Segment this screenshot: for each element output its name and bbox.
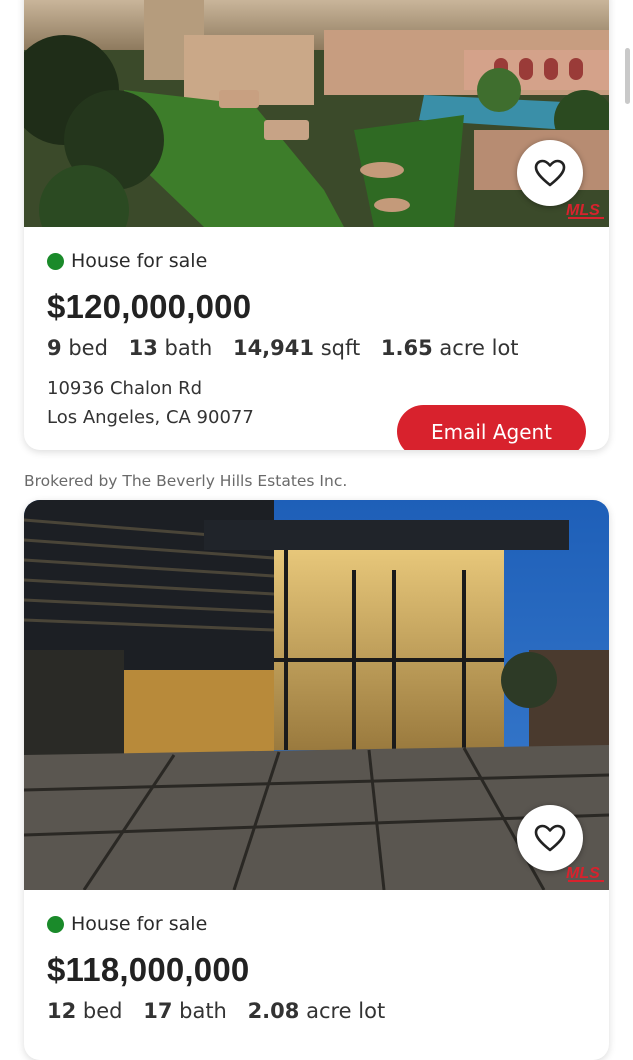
spec-beds: 9 bed — [47, 336, 108, 360]
spec-baths: 17 bath — [143, 999, 227, 1023]
status-label: House for sale — [71, 913, 208, 935]
spec-lot: 1.65 acre lot — [380, 336, 519, 360]
svg-text:MLS: MLS — [566, 865, 600, 882]
status-label: House for sale — [71, 250, 208, 272]
spec-lot: 2.08 acre lot — [247, 999, 386, 1023]
listing-status: House for sale — [47, 249, 586, 273]
mls-logo: MLS — [566, 202, 604, 219]
listing-card[interactable]: MLS House for sale $118,000,000 12 bed 1… — [24, 500, 609, 1060]
listing-status: House for sale — [47, 912, 586, 936]
address-line1: 10936 Chalon Rd — [47, 378, 203, 399]
spec-sqft: 14,941 sqft — [232, 336, 361, 360]
listing-price: $118,000,000 — [47, 951, 250, 988]
listing-price: $120,000,000 — [47, 288, 252, 325]
spec-baths: 13 bath — [128, 336, 213, 360]
listing-card[interactable]: MLS House for sale $120,000,000 9 bed 13… — [24, 0, 609, 450]
broker-text: Brokered by The Beverly Hills Estates In… — [24, 472, 348, 490]
listing-photo[interactable]: MLS — [24, 500, 609, 890]
svg-text:MLS: MLS — [566, 202, 600, 219]
status-dot-icon — [47, 252, 64, 270]
listing-photo[interactable]: MLS — [24, 0, 609, 227]
email-agent-button[interactable]: Email Agent — [397, 405, 586, 450]
listing-specs: 9 bed 13 bath 14,941 sqft 1.65 acre lot — [47, 336, 586, 360]
scrollbar[interactable] — [625, 48, 630, 104]
listing-specs: 12 bed 17 bath 2.08 acre lot — [47, 999, 586, 1023]
heart-outline-icon — [534, 824, 566, 852]
mls-logo: MLS — [566, 865, 604, 882]
status-dot-icon — [47, 915, 64, 933]
heart-outline-icon — [534, 159, 566, 187]
spec-beds: 12 bed — [47, 999, 123, 1023]
